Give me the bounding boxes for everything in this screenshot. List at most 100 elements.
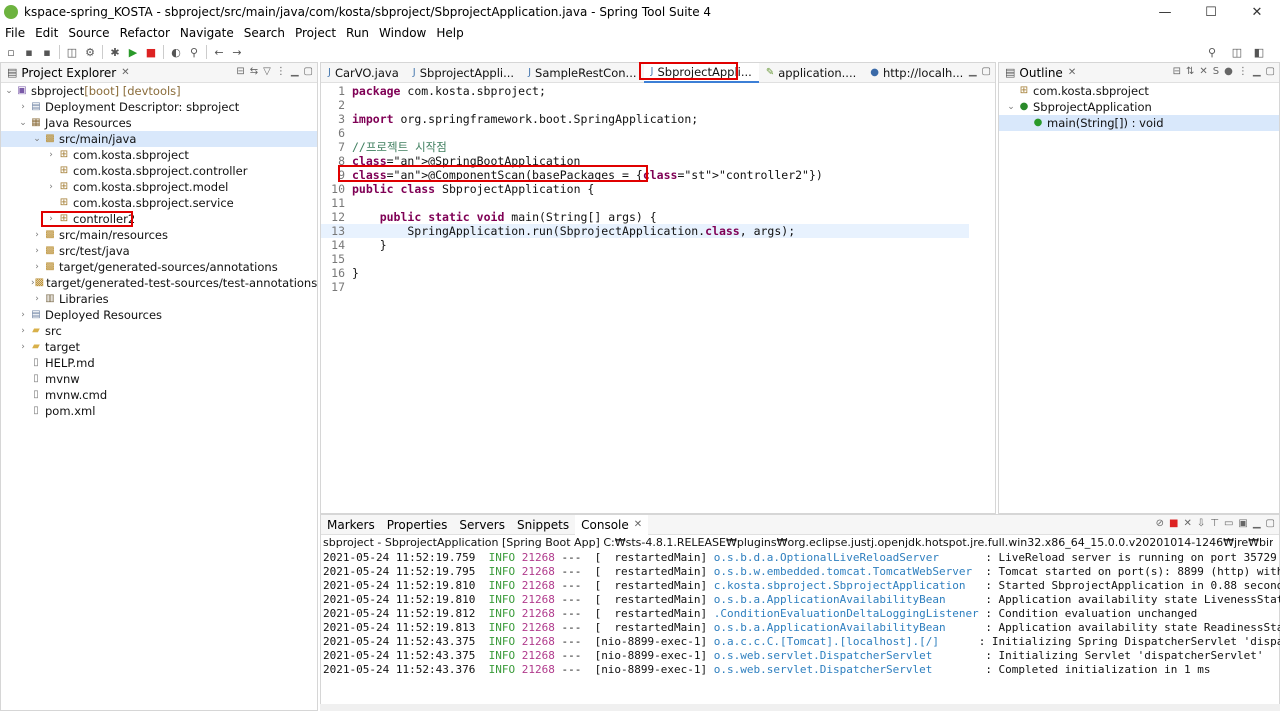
- collapsed-twisty-icon[interactable]: ›: [17, 102, 29, 112]
- tree-item[interactable]: › ▩ target/generated-sources/annotations: [1, 259, 317, 275]
- search-toolbar-icon[interactable]: ⚲: [187, 46, 201, 59]
- save-all-icon[interactable]: ▪: [40, 46, 54, 59]
- run-icon[interactable]: ▶: [126, 46, 140, 59]
- console-view-tab[interactable]: Properties: [381, 515, 454, 535]
- console-view-tab[interactable]: Servers: [453, 515, 511, 535]
- collapsed-twisty-icon[interactable]: ›: [45, 150, 57, 160]
- tree-item[interactable]: ⊞ com.kosta.sbproject.controller: [1, 163, 317, 179]
- scroll-lock-icon[interactable]: ⇩: [1197, 518, 1205, 529]
- link-editor-icon[interactable]: ⇆: [250, 66, 258, 77]
- save-icon[interactable]: ▪: [22, 46, 36, 59]
- tree-item[interactable]: › ▰ target: [1, 339, 317, 355]
- console-view-tab[interactable]: Markers: [321, 515, 381, 535]
- tree-item[interactable]: ⌄ ▣ sbproject [boot] [devtools]: [1, 83, 317, 99]
- outline-item[interactable]: ⊞ com.kosta.sbproject: [999, 83, 1279, 99]
- close-button[interactable]: ✕: [1234, 0, 1280, 24]
- tree-item[interactable]: ⊞ com.kosta.sbproject.service: [1, 195, 317, 211]
- collapsed-twisty-icon[interactable]: ›: [45, 182, 57, 192]
- sort-icon[interactable]: ⇅: [1186, 66, 1194, 77]
- minimize-button[interactable]: —: [1142, 0, 1188, 24]
- collapse-all-icon[interactable]: ⊟: [236, 66, 244, 77]
- open-console-icon[interactable]: ▣: [1238, 518, 1247, 529]
- collapse-all-icon[interactable]: ⊟: [1173, 66, 1181, 77]
- terminate-icon[interactable]: ■: [1169, 518, 1178, 529]
- java-perspective-icon[interactable]: ◧: [1252, 46, 1266, 59]
- back-icon[interactable]: ←: [212, 46, 226, 59]
- maximize-view-icon[interactable]: ▢: [1266, 518, 1275, 529]
- collapsed-twisty-icon[interactable]: ›: [17, 342, 29, 352]
- outline-item[interactable]: ● main(String[]) : void: [999, 115, 1279, 131]
- settings-icon[interactable]: ⚙: [83, 46, 97, 59]
- hide-nonpublic-icon[interactable]: ●: [1224, 66, 1233, 77]
- maximize-view-icon[interactable]: ▢: [1266, 66, 1275, 77]
- maximize-button[interactable]: ☐: [1188, 0, 1234, 24]
- remove-launch-icon[interactable]: ✕: [1183, 518, 1191, 529]
- tree-item[interactable]: › ▤ Deployed Resources: [1, 307, 317, 323]
- tree-item[interactable]: ▯ HELP.md: [1, 355, 317, 371]
- editor-tab[interactable]: ● http://localh...: [863, 63, 970, 83]
- tree-item[interactable]: › ▩ src/test/java: [1, 243, 317, 259]
- minimize-view-icon[interactable]: ▁: [1253, 66, 1261, 77]
- minimize-view-icon[interactable]: ▁: [1253, 518, 1261, 529]
- open-type-icon[interactable]: ◐: [169, 46, 183, 59]
- menu-item[interactable]: Source: [63, 26, 114, 40]
- collapsed-twisty-icon[interactable]: ›: [31, 230, 43, 240]
- tree-item[interactable]: › ⊞ com.kosta.sbproject: [1, 147, 317, 163]
- menu-item[interactable]: Navigate: [175, 26, 239, 40]
- console-view-tab[interactable]: Console ✕: [575, 514, 649, 535]
- tree-item[interactable]: ⌄ ▦ Java Resources: [1, 115, 317, 131]
- outline-item[interactable]: ⌄ ● SbprojectApplication: [999, 99, 1279, 115]
- outline-tab[interactable]: ▤ Outline ✕: [999, 63, 1082, 83]
- expanded-twisty-icon[interactable]: ⌄: [17, 118, 29, 128]
- new-project-icon[interactable]: ◫: [65, 46, 79, 59]
- tree-item[interactable]: › ▩ src/main/resources: [1, 227, 317, 243]
- perspective-icon[interactable]: ◫: [1230, 46, 1244, 59]
- expanded-twisty-icon[interactable]: ⌄: [31, 134, 43, 144]
- editor-tab[interactable]: J CarVO.java: [321, 63, 406, 83]
- menu-item[interactable]: Help: [431, 26, 468, 40]
- tree-item[interactable]: › ⊞ com.kosta.sbproject.model: [1, 179, 317, 195]
- search-icon[interactable]: ⚲: [1205, 46, 1219, 59]
- hide-static-icon[interactable]: S: [1213, 66, 1219, 77]
- close-icon[interactable]: ✕: [121, 67, 129, 78]
- tree-item[interactable]: ▯ pom.xml: [1, 403, 317, 419]
- collapsed-twisty-icon[interactable]: ›: [31, 262, 43, 272]
- collapsed-twisty-icon[interactable]: ›: [31, 294, 43, 304]
- stop-icon[interactable]: ■: [144, 46, 158, 59]
- pin-console-icon[interactable]: ⊤: [1210, 518, 1219, 529]
- forward-icon[interactable]: →: [230, 46, 244, 59]
- expanded-twisty-icon[interactable]: ⌄: [1005, 102, 1017, 112]
- tree-item[interactable]: ▯ mvnw: [1, 371, 317, 387]
- collapsed-twisty-icon[interactable]: ›: [17, 310, 29, 320]
- tree-item[interactable]: › ▥ Libraries: [1, 291, 317, 307]
- filter-icon[interactable]: ▽: [263, 66, 271, 77]
- code-area[interactable]: 1 package com.kosta.sbproject; 2 3 import or…: [321, 84, 995, 494]
- close-icon[interactable]: ✕: [634, 519, 642, 530]
- menu-item[interactable]: Run: [341, 26, 374, 40]
- collapsed-twisty-icon[interactable]: ›: [31, 246, 43, 256]
- menu-item[interactable]: Search: [239, 26, 290, 40]
- tree-item[interactable]: › ▤ Deployment Descriptor: sbproject: [1, 99, 317, 115]
- menu-item[interactable]: Project: [290, 26, 341, 40]
- expanded-twisty-icon[interactable]: ⌄: [3, 86, 15, 96]
- menu-item[interactable]: Refactor: [115, 26, 175, 40]
- menu-item[interactable]: Edit: [30, 26, 63, 40]
- menu-item[interactable]: File: [0, 26, 30, 40]
- project-explorer-tab[interactable]: ▤ Project Explorer ✕: [1, 63, 136, 83]
- clear-console-icon[interactable]: ⊘: [1156, 518, 1164, 529]
- hide-fields-icon[interactable]: ✕: [1199, 66, 1207, 77]
- debug-icon[interactable]: ✱: [108, 46, 122, 59]
- editor-tab[interactable]: J SampleRestCon...: [521, 63, 643, 83]
- minimize-view-icon[interactable]: ▁: [291, 66, 299, 77]
- view-menu-icon[interactable]: ⋮: [276, 66, 286, 77]
- new-icon[interactable]: ▫: [4, 46, 18, 59]
- tree-item[interactable]: ⌄ ▩ src/main/java: [1, 131, 317, 147]
- tree-item[interactable]: › ▰ src: [1, 323, 317, 339]
- collapsed-twisty-icon[interactable]: ›: [17, 326, 29, 336]
- tree-item[interactable]: › ▩ target/generated-test-sources/test-ann…: [1, 275, 317, 291]
- console-view-tab[interactable]: Snippets: [511, 515, 575, 535]
- view-menu-icon[interactable]: ⋮: [1238, 66, 1248, 77]
- close-icon[interactable]: ✕: [1068, 67, 1076, 78]
- editor-tab[interactable]: ✎ application....: [759, 63, 863, 83]
- menu-item[interactable]: Window: [374, 26, 431, 40]
